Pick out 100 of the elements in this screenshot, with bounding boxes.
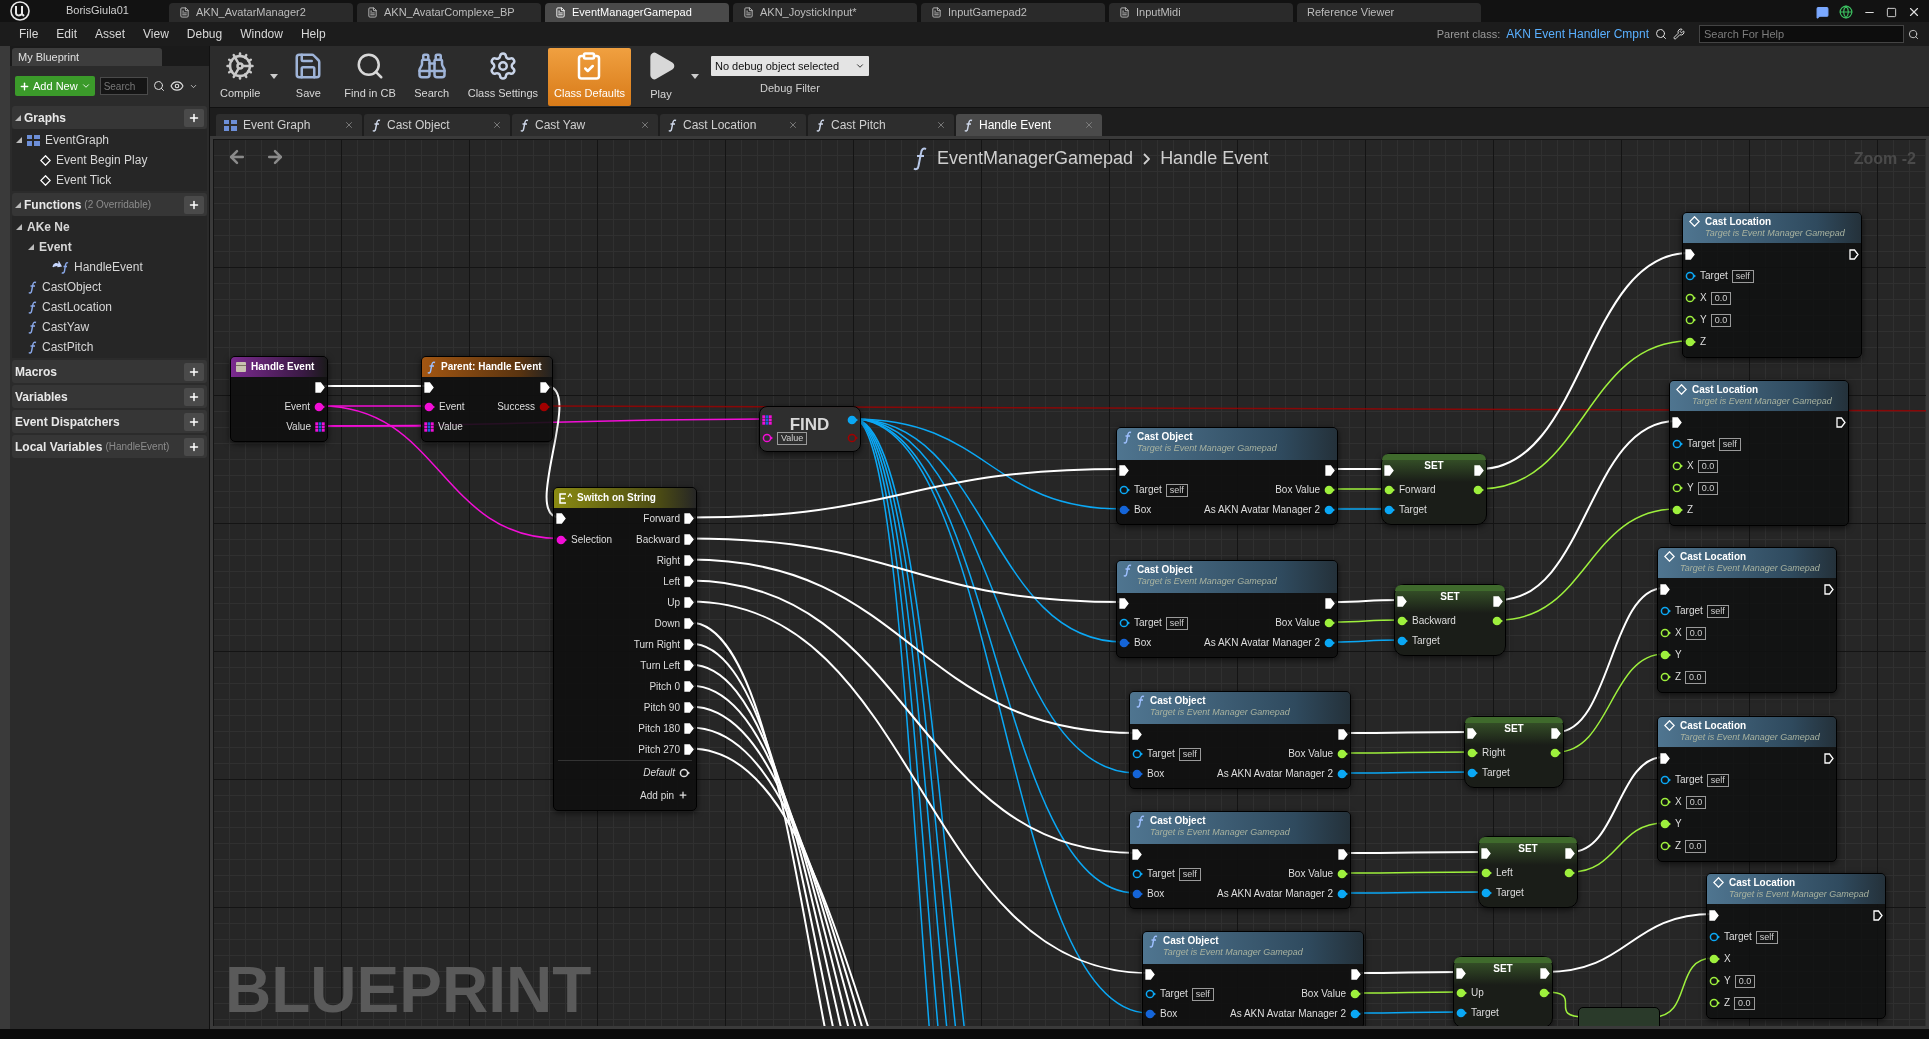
- exec-pin-icon[interactable]: [1467, 727, 1477, 739]
- menu-item[interactable]: Asset: [86, 25, 135, 43]
- exec-pin-icon[interactable]: [1132, 848, 1142, 860]
- pin-icon[interactable]: [1467, 768, 1478, 778]
- globe-icon[interactable]: [1839, 5, 1853, 19]
- default-value-field[interactable]: 0.0: [1710, 313, 1732, 327]
- pin-icon[interactable]: [1132, 749, 1143, 759]
- array-pin-icon[interactable]: [424, 422, 434, 432]
- default-value-field[interactable]: self: [1191, 987, 1214, 1001]
- exec-pin-icon[interactable]: [1481, 847, 1491, 859]
- exec-pin-icon[interactable]: [684, 660, 694, 671]
- tree-item[interactable]: Event: [12, 237, 207, 257]
- default-value-field[interactable]: self: [1165, 616, 1188, 630]
- exec-pin-icon[interactable]: [684, 534, 694, 545]
- default-value-field[interactable]: self: [1706, 604, 1729, 618]
- maximize-icon[interactable]: [1886, 6, 1897, 18]
- exec-pin-icon[interactable]: [1325, 597, 1335, 609]
- graph-node[interactable]: SET Left Target: [1478, 836, 1578, 908]
- graph-node[interactable]: Cast Location Target is Event Manager Gamepad Target self X Y 0.0 Z 0.0: [1706, 873, 1886, 1019]
- exec-pin-icon[interactable]: [1551, 727, 1561, 739]
- pin-icon[interactable]: [1132, 869, 1143, 879]
- search-icon[interactable]: [1655, 28, 1667, 40]
- expanded-arrow-icon[interactable]: [16, 224, 22, 230]
- add-button[interactable]: [184, 387, 204, 406]
- exec-pin-icon[interactable]: [1660, 583, 1670, 595]
- default-value-field[interactable]: self: [1755, 930, 1778, 944]
- logo-icon[interactable]: [10, 1, 30, 21]
- exec-pin-icon[interactable]: [1456, 967, 1466, 979]
- exec-pin-icon[interactable]: [684, 681, 694, 692]
- menu-item[interactable]: Debug: [177, 25, 232, 43]
- exec-pin-icon[interactable]: [315, 381, 325, 393]
- pin-icon[interactable]: [1119, 485, 1130, 495]
- graph-tab[interactable]: Event Graph: [216, 114, 362, 136]
- exec-pin-icon[interactable]: [684, 555, 694, 566]
- expanded-arrow-icon[interactable]: [28, 244, 34, 250]
- tree-item[interactable]: EventGraph: [12, 130, 207, 150]
- menu-item[interactable]: View: [134, 25, 178, 43]
- pin-icon[interactable]: [1397, 636, 1408, 646]
- pin-icon[interactable]: [1324, 505, 1335, 515]
- graph-node[interactable]: Handle Event Event Value: [230, 356, 328, 442]
- exec-pin-icon[interactable]: [1709, 909, 1719, 921]
- exec-pin-icon[interactable]: [684, 618, 694, 629]
- pin-icon[interactable]: [1660, 606, 1671, 616]
- pin-icon[interactable]: [1481, 888, 1492, 898]
- pin-icon[interactable]: [1660, 775, 1671, 785]
- exec-pin-icon[interactable]: [1685, 248, 1695, 260]
- panel-tab[interactable]: My Blueprint: [12, 48, 162, 66]
- graph-node[interactable]: Cast Object Target is Event Manager Gamepad Target self Box Value Box As AKN Avatar Manager 2: [1142, 931, 1364, 1026]
- exec-pin-icon[interactable]: [684, 597, 694, 608]
- graph-node[interactable]: Cast Object Target is Event Manager Gamepad Target self Box Value Box As AKN Avatar Manager 2: [1129, 811, 1351, 909]
- toolbar-button[interactable]: Play: [634, 47, 687, 106]
- exec-pin-icon[interactable]: [1384, 464, 1394, 476]
- add-button[interactable]: [184, 108, 204, 127]
- graph-node[interactable]: Cast Location Target is Event Manager Gamepad Target self X 0.0 Y 0.0 Z: [1682, 212, 1862, 358]
- default-value-field[interactable]: 0.0: [1734, 974, 1756, 988]
- toolbar-button[interactable]: Compile: [214, 47, 267, 106]
- toolbar-button[interactable]: Find in CB: [338, 47, 402, 106]
- exec-pin-icon[interactable]: [684, 744, 694, 755]
- expanded-arrow-icon[interactable]: [15, 201, 21, 208]
- graph-node[interactable]: Cast Location Target is Event Manager Gamepad Target self X 0.0 Y Z 0.0: [1657, 547, 1837, 693]
- search-field[interactable]: Search: [99, 77, 148, 95]
- document-tab[interactable]: EventManagerGamepad: [545, 3, 729, 22]
- pin-icon[interactable]: [1709, 932, 1720, 942]
- graph-node[interactable]: SET Right Target: [1464, 716, 1564, 788]
- graph-node[interactable]: SET Up Target: [1453, 956, 1553, 1026]
- graph-node[interactable]: Cast Location Target is Event Manager Gamepad Target self X 0.0 Y 0.0 Z: [1669, 380, 1849, 526]
- pin-icon[interactable]: [1145, 989, 1156, 999]
- graph-node[interactable]: Cast Object Target is Event Manager Gamepad Target self Box Value Box As AKN Avatar Manager 2: [1116, 560, 1338, 658]
- array-pin-icon[interactable]: [762, 415, 772, 425]
- graph-node[interactable]: Cast Object Target is Event Manager Gamepad Target self Box Value Box As AKN Avatar Manager 2: [1129, 691, 1351, 789]
- section-header[interactable]: Macros: [12, 360, 207, 383]
- section-header[interactable]: Local Variables (HandleEvent): [12, 435, 207, 458]
- parent-class-link[interactable]: AKN Event Handler Cmpnt: [1506, 25, 1649, 43]
- graph-node[interactable]: SET Backward Target: [1394, 584, 1506, 656]
- caret-icon[interactable]: [270, 74, 279, 79]
- exec-pin-icon[interactable]: [1672, 416, 1682, 428]
- breadcrumb-link[interactable]: EventManagerGamepad: [937, 145, 1134, 172]
- menu-item[interactable]: Help: [291, 25, 335, 43]
- pin-icon[interactable]: [1685, 271, 1696, 281]
- pin-icon[interactable]: [1324, 638, 1335, 648]
- search-icon[interactable]: [152, 80, 165, 92]
- default-value-field[interactable]: 0.0: [1685, 670, 1706, 684]
- exec-pin-icon[interactable]: [1145, 968, 1155, 980]
- exec-pin-icon[interactable]: [1824, 583, 1834, 595]
- exec-pin-icon[interactable]: [1565, 847, 1575, 859]
- pin-icon[interactable]: [1337, 889, 1348, 899]
- default-value-field[interactable]: 0.0: [1697, 459, 1719, 473]
- caret-icon[interactable]: [690, 74, 699, 79]
- exec-pin-icon[interactable]: [1474, 464, 1484, 476]
- exec-pin-icon[interactable]: [1119, 464, 1129, 476]
- add-button[interactable]: [184, 195, 204, 214]
- add-new-button[interactable]: Add New: [15, 76, 95, 96]
- document-tab[interactable]: AKN_AvatarManager2: [169, 3, 353, 22]
- tree-item[interactable]: HandleEvent: [12, 257, 207, 277]
- exec-pin-icon[interactable]: [1849, 248, 1859, 260]
- menu-item[interactable]: Edit: [47, 25, 87, 43]
- section-header[interactable]: Variables: [12, 385, 207, 408]
- graph-tab[interactable]: Handle Event: [956, 114, 1102, 136]
- default-value-field[interactable]: 0.0: [1710, 291, 1732, 305]
- add-pin-button[interactable]: Add pin: [640, 787, 688, 803]
